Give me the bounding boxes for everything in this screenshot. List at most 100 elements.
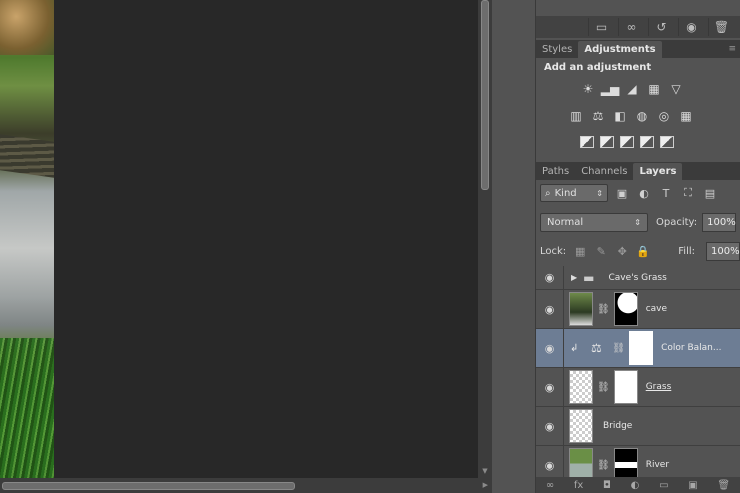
filter-kind-select[interactable]: ⌕ Kind ⇕ — [540, 184, 608, 202]
fx-icon[interactable]: fx — [574, 480, 583, 491]
layer-group-caves-grass[interactable]: ◉ ▶ ▬ Cave's Grass — [536, 266, 740, 290]
fill-label: Fill: — [678, 245, 695, 257]
scroll-right-arrow-icon[interactable]: ▶ — [483, 481, 488, 489]
filter-type-icon[interactable]: T — [658, 185, 674, 201]
color-balance-icon[interactable]: ⚖ — [590, 109, 606, 123]
eye-icon[interactable]: ◉ — [536, 266, 564, 289]
horizontal-scroll-thumb[interactable] — [2, 482, 295, 490]
blend-row: Normal ⇕ Opacity: 100% — [540, 211, 740, 233]
fill-field[interactable]: 100% — [706, 241, 740, 261]
new-group-icon[interactable]: ▭ — [659, 480, 668, 491]
filter-shape-icon[interactable]: ⛶ — [680, 185, 696, 201]
expand-arrow-icon[interactable]: ▶ — [571, 273, 577, 282]
tab-channels[interactable]: Channels — [575, 163, 633, 180]
black-white-icon[interactable]: ◧ — [612, 109, 628, 123]
eye-icon[interactable]: ◉ — [536, 368, 564, 406]
channel-mixer-icon[interactable]: ◎ — [656, 109, 672, 123]
hue-saturation-icon[interactable]: ▥ — [568, 109, 584, 123]
layer-mask-thumbnail[interactable] — [629, 331, 654, 365]
lock-all-icon[interactable]: 🔒 — [636, 244, 650, 258]
layer-color-balance[interactable]: ◉ ↲ ⚖ ⛓ Color Balan... — [536, 329, 740, 368]
panel-dock-gutter — [492, 0, 536, 493]
image-rock-area — [0, 0, 54, 55]
canvas-pasteboard[interactable] — [54, 0, 478, 478]
layer-name: Cave's Grass — [608, 272, 667, 283]
brightness-contrast-icon[interactable]: ☀ — [580, 82, 596, 96]
lock-image-icon[interactable]: ✎ — [594, 244, 608, 258]
adjustment-row-2: ▥ ⚖ ◧ ◍ ◎ ▦ — [568, 109, 694, 123]
layer-mask-thumbnail[interactable] — [613, 448, 638, 477]
eye-icon[interactable]: ◉ — [536, 290, 564, 328]
trash-icon[interactable]: 🗑 — [708, 18, 734, 36]
exposure-icon[interactable]: ▦ — [646, 82, 662, 96]
chevron-updown-icon: ⇕ — [596, 188, 603, 198]
undo-icon[interactable]: ↺ — [648, 18, 674, 36]
layer-bridge[interactable]: ◉ Bridge — [536, 407, 740, 446]
layer-mask-thumbnail[interactable] — [613, 292, 638, 326]
eye-icon[interactable]: ◉ — [678, 18, 704, 36]
scroll-down-arrow-icon[interactable]: ▼ — [480, 466, 490, 476]
horizontal-scrollbar[interactable]: ▶ — [0, 478, 492, 493]
panel-menu-icon[interactable]: ≡ — [728, 44, 736, 54]
eye-icon[interactable]: ◉ — [536, 407, 564, 445]
color-balance-icon: ⚖ — [591, 341, 602, 355]
blend-mode-value: Normal — [547, 216, 584, 228]
opacity-label: Opacity: — [656, 216, 698, 228]
vibrance-icon[interactable]: ▽ — [668, 82, 684, 96]
layer-thumbnail — [569, 448, 593, 477]
layer-cave[interactable]: ◉ ⛓ cave — [536, 290, 740, 329]
vertical-scroll-thumb[interactable] — [481, 0, 489, 190]
eye-icon[interactable]: ◉ — [536, 329, 564, 367]
posterize-icon[interactable] — [600, 136, 614, 148]
adjustment-row-1: ☀ ▂▅ ◢ ▦ ▽ — [580, 82, 684, 96]
folder-icon: ▬ — [583, 270, 595, 285]
chain-link-icon[interactable]: ⛓ — [597, 460, 610, 471]
lock-position-icon[interactable]: ✥ — [615, 244, 629, 258]
color-lookup-icon[interactable]: ▦ — [678, 109, 694, 123]
blend-mode-select[interactable]: Normal ⇕ — [540, 212, 648, 232]
filter-adjustment-icon[interactable]: ◐ — [636, 185, 652, 201]
chain-link-icon[interactable]: ⛓ — [612, 343, 625, 354]
chevron-updown-icon: ⇕ — [634, 217, 641, 227]
history-toolbar: ▭ ∞ ↺ ◉ 🗑 — [536, 16, 740, 38]
tab-adjustments[interactable]: Adjustments — [578, 41, 662, 58]
layer-grass[interactable]: ◉ ⛓ Grass — [536, 368, 740, 407]
eye-icon[interactable]: ◉ — [536, 446, 564, 477]
layer-mask-thumbnail[interactable] — [613, 370, 638, 404]
new-adjustment-icon[interactable]: ◐ — [631, 480, 640, 491]
threshold-icon[interactable] — [620, 136, 634, 148]
add-mask-icon[interactable]: ◘ — [603, 480, 611, 491]
chain-link-icon[interactable]: ⛓ — [597, 382, 610, 393]
layer-river[interactable]: ◉ ⛓ River — [536, 446, 740, 477]
filter-pixel-icon[interactable]: ▣ — [614, 185, 630, 201]
adjustments-title: Add an adjustment — [544, 62, 652, 73]
trash-icon[interactable]: 🗑 — [717, 480, 730, 491]
tab-styles[interactable]: Styles — [536, 41, 578, 58]
layer-name: Bridge — [603, 421, 633, 431]
search-icon: ⌕ — [545, 187, 551, 199]
layers-tabbar: Paths Channels Layers — [536, 162, 740, 180]
chain-link-icon[interactable]: ⛓ — [597, 304, 610, 315]
lock-transparent-icon[interactable]: ▦ — [573, 244, 587, 258]
photo-filter-icon[interactable]: ◍ — [634, 109, 650, 123]
layers-bottom-toolbar: ∞ fx ◘ ◐ ▭ ▣ 🗑 — [536, 477, 740, 493]
gradient-map-icon[interactable] — [640, 136, 654, 148]
new-layer-icon[interactable]: ▣ — [688, 480, 697, 491]
tab-paths[interactable]: Paths — [536, 163, 575, 180]
invert-icon[interactable] — [580, 136, 594, 148]
layers-list: ◉ ▶ ▬ Cave's Grass ◉ ⛓ cave ◉ ↲ ⚖ ⛓ Colo… — [536, 266, 740, 477]
link-layers-icon[interactable]: ∞ — [546, 480, 554, 491]
vertical-scrollbar[interactable]: ▼ — [478, 0, 492, 478]
levels-icon[interactable]: ▂▅ — [601, 82, 619, 96]
opacity-field[interactable]: 100% — [702, 212, 737, 232]
link-icon[interactable]: ∞ — [618, 18, 644, 36]
filter-smart-object-icon[interactable]: ▤ — [702, 185, 718, 201]
layer-thumbnail — [569, 409, 593, 443]
tab-layers[interactable]: Layers — [633, 163, 683, 180]
image-grass-area — [0, 338, 54, 478]
selective-color-icon[interactable] — [660, 136, 674, 148]
new-state-icon[interactable]: ▭ — [588, 18, 614, 36]
layer-thumbnail — [569, 370, 593, 404]
curves-icon[interactable]: ◢ — [624, 82, 640, 96]
canvas-image-visible-portion[interactable] — [0, 0, 54, 478]
